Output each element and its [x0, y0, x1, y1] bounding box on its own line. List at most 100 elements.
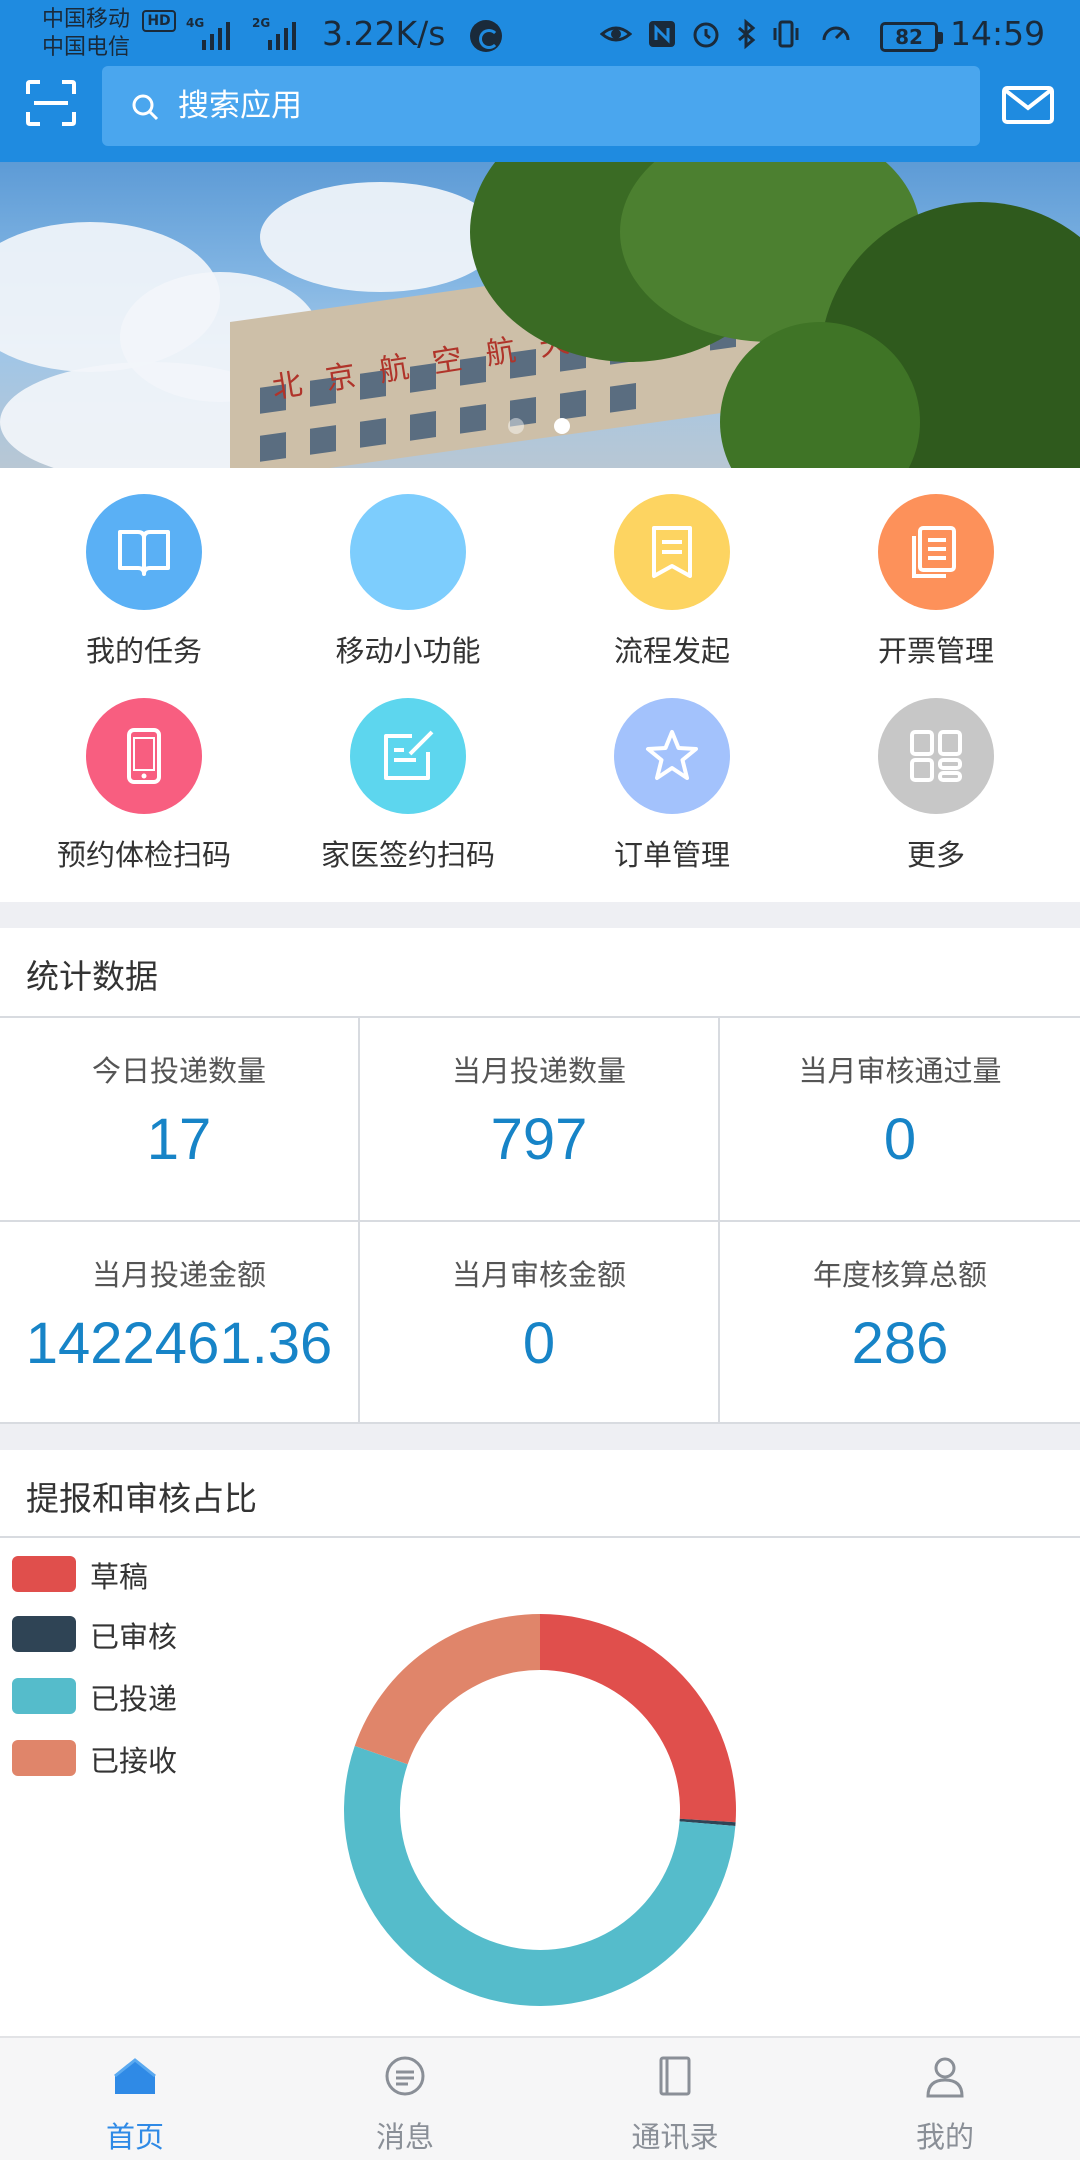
- stat-cell-annual-total[interactable]: 年度核算总额 286: [720, 1220, 1080, 1424]
- signal-1-icon: 4G: [186, 16, 240, 50]
- grid-icon: [910, 730, 962, 782]
- stat-label: 当月投递金额: [91, 1258, 266, 1292]
- legend-label: 已投递: [90, 1682, 178, 1716]
- carousel-dot[interactable]: [508, 418, 524, 434]
- app-label: 流程发起: [613, 634, 730, 668]
- app-circle: [86, 698, 202, 814]
- search-icon: [132, 94, 159, 121]
- stat-label: 当月审核通过量: [798, 1054, 1002, 1088]
- bluetooth-icon: [738, 18, 756, 50]
- stat-cell-month-deliveries[interactable]: 当月投递数量 797: [360, 1018, 720, 1222]
- bottom-tab-bar: 首页 消息 通讯录 我的: [0, 2036, 1080, 2160]
- carousel-dot-active[interactable]: [554, 418, 570, 434]
- legend-swatch: [12, 1678, 76, 1714]
- status-bar: 中国移动 中国电信 HD 4G 2G 3.22K/s 82 14:59: [0, 0, 1080, 66]
- eye-icon: [600, 26, 632, 42]
- stat-cell-month-approved[interactable]: 当月审核通过量 0: [720, 1018, 1080, 1222]
- legend-swatch: [12, 1740, 76, 1776]
- message-icon: [385, 2056, 425, 2096]
- profile-icon: [926, 2057, 964, 2098]
- app-label: 我的任务: [85, 634, 202, 668]
- stat-value: 0: [883, 1107, 917, 1172]
- tab-label: 我的: [915, 2120, 974, 2154]
- legend-swatch: [12, 1556, 76, 1592]
- app-circle: [350, 698, 466, 814]
- donut-slice-0[interactable]: [540, 1614, 736, 1823]
- battery-indicator: 82: [880, 22, 943, 52]
- search-input[interactable]: [178, 76, 938, 136]
- legend-item-received[interactable]: 已接收: [12, 1736, 212, 1778]
- data-saver-icon: [470, 20, 502, 52]
- legend-label: 已审核: [90, 1620, 178, 1654]
- stat-label: 今日投递数量: [91, 1054, 266, 1088]
- stat-label: 当月审核金额: [451, 1258, 626, 1292]
- hd-badge: HD: [142, 10, 176, 32]
- app-grid: 我的任务 移动小功能 流程发起 开票管理 预约体检扫码 家医签约扫码 订单管理 …: [0, 468, 1080, 902]
- donut-slice-2[interactable]: [344, 1745, 736, 2006]
- banner-cloud: [260, 182, 500, 292]
- stat-value: 17: [146, 1107, 212, 1172]
- tab-messages[interactable]: 消息: [270, 2038, 540, 2160]
- status-time: 14:59: [950, 14, 1046, 53]
- stat-value: 797: [490, 1107, 588, 1172]
- phone-icon: [127, 728, 161, 784]
- banner-carousel[interactable]: 北京航空航天: [0, 162, 1080, 468]
- stats-grid: 今日投递数量 17 当月投递数量 797 当月审核通过量 0 当月投递金额 14…: [0, 1016, 1080, 1424]
- stat-label: 年度核算总额: [812, 1258, 987, 1292]
- alarm-icon: [693, 22, 719, 48]
- edit-icon: [384, 730, 434, 780]
- home-icon: [114, 2058, 156, 2094]
- search-bar[interactable]: [102, 66, 980, 146]
- stat-value: 286: [851, 1311, 949, 1376]
- stat-cell-month-review-amount[interactable]: 当月审核金额 0: [360, 1220, 720, 1424]
- app-label: 开票管理: [877, 634, 994, 668]
- vibrate-icon: [773, 20, 799, 48]
- donut-chart[interactable]: [340, 1610, 740, 2010]
- tab-label: 首页: [105, 2120, 164, 2154]
- app-invoice-mgmt[interactable]: 开票管理: [804, 468, 1068, 668]
- divider: [0, 1536, 1080, 1538]
- nfc-icon: [649, 21, 675, 47]
- signal-2-icon: 2G: [252, 16, 306, 50]
- app-label: 订单管理: [613, 838, 730, 872]
- app-order-mgmt[interactable]: 订单管理: [540, 672, 804, 872]
- app-family-doctor-scan[interactable]: 家医签约扫码: [276, 672, 540, 872]
- scan-icon[interactable]: [26, 80, 76, 126]
- tab-profile[interactable]: 我的: [810, 2038, 1080, 2160]
- app-label: 更多: [906, 838, 965, 872]
- legend-item-delivered[interactable]: 已投递: [12, 1674, 212, 1716]
- book-icon: [118, 530, 170, 576]
- contacts-icon: [659, 2056, 691, 2096]
- donut-slice-3[interactable]: [354, 1614, 540, 1765]
- tab-label: 消息: [375, 2120, 434, 2154]
- app-checkup-scan[interactable]: 预约体检扫码: [12, 672, 276, 872]
- stat-cell-month-amount[interactable]: 当月投递金额 1422461.36: [0, 1220, 360, 1424]
- stat-value: 1422461.36: [25, 1311, 333, 1376]
- app-label: 预约体检扫码: [56, 838, 231, 872]
- app-more[interactable]: 更多: [804, 672, 1068, 872]
- app-circle: [350, 494, 466, 610]
- legend-label: 已接收: [90, 1744, 178, 1778]
- app-circle: [614, 698, 730, 814]
- legend-item-draft[interactable]: 草稿: [12, 1552, 212, 1594]
- carrier-names: 中国移动 中国电信: [42, 6, 130, 62]
- stat-label: 当月投递数量: [451, 1054, 626, 1088]
- net-speed: 3.22K/s: [322, 14, 446, 53]
- legend-item-reviewed[interactable]: 已审核: [12, 1612, 212, 1654]
- mail-icon[interactable]: [1002, 86, 1054, 124]
- stats-section: 统计数据 今日投递数量 17 当月投递数量 797 当月审核通过量 0 当月投递…: [0, 928, 1080, 1424]
- tab-label: 通讯录: [631, 2120, 719, 2154]
- app-mobile-tools[interactable]: 移动小功能: [276, 468, 540, 668]
- stat-cell-today-deliveries[interactable]: 今日投递数量 17: [0, 1018, 360, 1222]
- legend-label: 草稿: [90, 1560, 149, 1594]
- app-my-tasks[interactable]: 我的任务: [12, 468, 276, 668]
- invoice-icon: [912, 526, 956, 578]
- app-circle: [614, 494, 730, 610]
- carrier-2: 中国电信: [42, 35, 131, 60]
- app-process-start[interactable]: 流程发起: [540, 468, 804, 668]
- app-circle: [878, 698, 994, 814]
- tab-home[interactable]: 首页: [0, 2038, 270, 2160]
- tab-contacts[interactable]: 通讯录: [540, 2038, 810, 2160]
- star-icon: [646, 730, 698, 780]
- app-label: 家医签约扫码: [320, 838, 495, 872]
